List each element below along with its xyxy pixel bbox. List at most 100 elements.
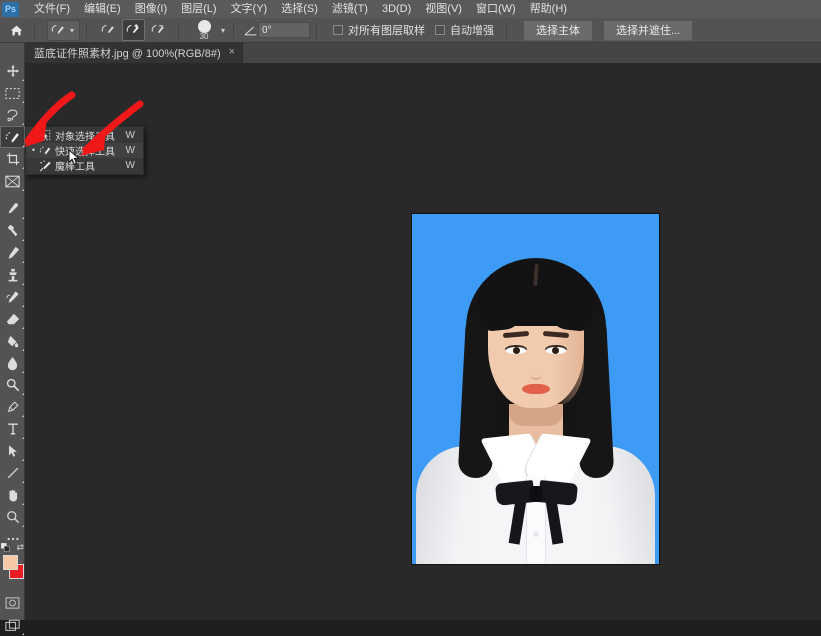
portrait-nose: [530, 364, 541, 380]
tool-corner-icon: [22, 239, 24, 241]
horizontal-type-tool[interactable]: [0, 418, 25, 440]
sample-all-layers-checkbox[interactable]: 对所有图层取样: [333, 22, 425, 38]
tools-panel: ⇄: [0, 43, 25, 635]
options-separator-6: [506, 21, 508, 39]
quick-selection-tool-flyout[interactable]: 对象选择工具 W • 快速选择工具 W 魔棒工具 W: [25, 126, 144, 175]
selection-mode-group: [97, 19, 172, 41]
portrait-hair-part: [532, 263, 539, 287]
angle-input[interactable]: 0°: [258, 22, 311, 38]
line-tool[interactable]: [0, 462, 25, 484]
brush-picker-chevron-down-icon[interactable]: ▾: [221, 26, 225, 35]
portrait-lips: [521, 384, 550, 394]
brush-tool[interactable]: [0, 242, 25, 264]
brush-dot-icon: [197, 19, 211, 33]
angle-icon: [244, 26, 257, 35]
quick-selection-tool[interactable]: [0, 126, 25, 148]
close-icon[interactable]: ×: [229, 47, 235, 58]
subtract-from-selection-mode[interactable]: [147, 19, 170, 41]
menu-select[interactable]: 选择(S): [274, 0, 325, 18]
tool-corner-icon: [22, 503, 24, 505]
pen-tool[interactable]: [0, 396, 25, 418]
photoshop-logo-icon[interactable]: Ps: [2, 1, 19, 17]
hand-tool[interactable]: [0, 484, 25, 506]
auto-enhance-checkbox[interactable]: 自动增强: [435, 22, 494, 38]
new-selection-mode[interactable]: [97, 19, 120, 41]
object-selection-icon: [37, 129, 53, 142]
tool-corner-icon: [22, 305, 24, 307]
menu-bar: Ps 文件(F) 编辑(E) 图像(I) 图层(L) 文字(Y) 选择(S) 滤…: [0, 0, 821, 18]
flyout-quick-selection-tool[interactable]: • 快速选择工具 W: [26, 143, 143, 158]
canvas-area[interactable]: [25, 64, 821, 620]
color-swatches: ⇄: [0, 542, 25, 586]
options-separator-3: [178, 21, 180, 39]
lasso-tool[interactable]: [0, 104, 25, 126]
history-brush-tool[interactable]: [0, 286, 25, 308]
options-separator-4: [233, 21, 235, 39]
flyout-object-selection-tool[interactable]: 对象选择工具 W: [26, 128, 143, 143]
menu-type[interactable]: 文字(Y): [224, 0, 275, 18]
spot-healing-brush-tool[interactable]: [0, 220, 25, 242]
document-tab[interactable]: 蓝底证件照素材.jpg @ 100%(RGB/8#) ×: [25, 42, 244, 63]
tool-corner-icon: [22, 283, 24, 285]
document-tab-title: 蓝底证件照素材.jpg @ 100%(RGB/8#): [34, 47, 221, 60]
rectangular-marquee-tool[interactable]: [0, 82, 25, 104]
add-to-selection-mode[interactable]: [122, 19, 146, 41]
flyout-magic-wand-shortcut: W: [125, 160, 135, 171]
tool-preset-picker[interactable]: ▾: [47, 19, 81, 41]
menu-window[interactable]: 窗口(W): [469, 0, 523, 18]
document-tab-bar: 蓝底证件照素材.jpg @ 100%(RGB/8#) ×: [25, 42, 821, 64]
menu-file[interactable]: 文件(F): [27, 0, 77, 18]
logo-text: Ps: [4, 3, 16, 14]
quick-selection-icon: [37, 144, 53, 157]
tool-corner-icon: [22, 437, 24, 439]
home-icon[interactable]: [4, 20, 28, 41]
auto-enhance-label: 自动增强: [450, 25, 495, 37]
tool-corner-icon: [22, 415, 24, 417]
tool-corner-icon: [22, 481, 24, 483]
flyout-magic-wand-tool[interactable]: 魔棒工具 W: [26, 158, 143, 173]
foreground-color-swatch[interactable]: [3, 555, 18, 570]
flyout-object-selection-shortcut: W: [125, 130, 135, 141]
move-tool[interactable]: [0, 60, 25, 82]
menu-filter[interactable]: 滤镜(T): [325, 0, 375, 18]
menu-help[interactable]: 帮助(H): [523, 0, 574, 18]
screen-mode-button[interactable]: [0, 614, 25, 636]
chevron-down-icon[interactable]: ▾: [70, 26, 74, 35]
crop-tool[interactable]: [0, 148, 25, 170]
tool-corner-icon: [22, 101, 24, 103]
default-colors-icon[interactable]: [1, 543, 10, 552]
select-subject-button[interactable]: 选择主体: [523, 19, 594, 41]
tool-corner-icon: [22, 145, 24, 147]
tool-corner-icon: [22, 123, 24, 125]
menu-3d[interactable]: 3D(D): [375, 0, 418, 18]
dodge-tool[interactable]: [0, 374, 25, 396]
options-separator-2: [86, 21, 88, 39]
menu-view[interactable]: 视图(V): [418, 0, 469, 18]
menu-image[interactable]: 图像(I): [128, 0, 174, 18]
path-selection-tool[interactable]: [0, 440, 25, 462]
sample-all-layers-label: 对所有图层取样: [348, 25, 426, 37]
gradient-tool[interactable]: [0, 330, 25, 352]
swap-colors-icon[interactable]: ⇄: [16, 542, 24, 553]
eyedropper-tool[interactable]: [0, 198, 25, 220]
menu-layer[interactable]: 图层(L): [174, 0, 223, 18]
portrait-pupil-left: [512, 347, 520, 354]
frame-tool[interactable]: [0, 170, 25, 192]
options-separator-5: [316, 21, 318, 39]
select-and-mask-button[interactable]: 选择并遮住...: [603, 19, 694, 41]
zoom-tool[interactable]: [0, 506, 25, 528]
sample-all-layers-box-icon[interactable]: [333, 25, 344, 35]
portrait-bowtie-knot: [529, 486, 542, 502]
menu-edit[interactable]: 编辑(E): [77, 0, 128, 18]
eraser-tool[interactable]: [0, 308, 25, 330]
tool-corner-icon: [22, 349, 24, 351]
brush-size-preview[interactable]: 30: [191, 19, 217, 41]
tool-corner-icon: [22, 327, 24, 329]
auto-enhance-box-icon[interactable]: [435, 25, 446, 35]
quick-mask-button[interactable]: [0, 592, 25, 614]
document-image[interactable]: [412, 214, 659, 564]
blur-tool[interactable]: [0, 352, 25, 374]
flyout-quick-selection-shortcut: W: [125, 145, 135, 156]
options-bar: ▾ 30 ▾ 0° 对所有图层取样 自动增强 选择主体 选择并遮住...: [0, 18, 821, 43]
clone-stamp-tool[interactable]: [0, 264, 25, 286]
